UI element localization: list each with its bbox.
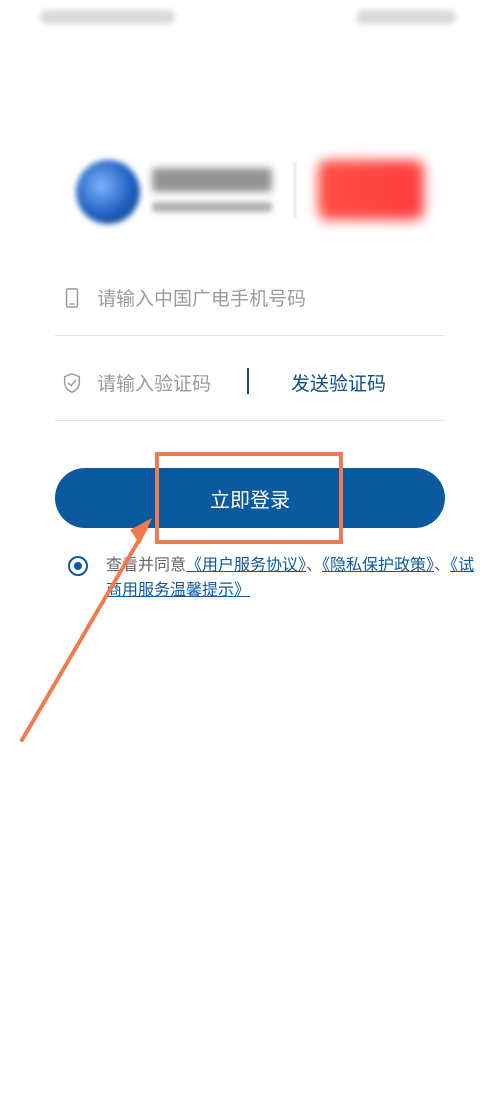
status-right-blur	[356, 10, 456, 24]
agreement-radio[interactable]	[68, 556, 88, 576]
logo-divider	[294, 162, 296, 218]
shield-check-icon	[63, 373, 81, 393]
send-code-button[interactable]: 发送验证码	[291, 369, 386, 396]
verification-code-input[interactable]: 请输入验证码	[97, 369, 211, 396]
annotation-highlight-box	[155, 452, 343, 544]
agreement-radio-dot	[74, 562, 82, 570]
status-left-blur	[40, 10, 175, 24]
privacy-policy-link[interactable]: 《隐私保护政策》	[322, 555, 434, 574]
china-broadnet-logo-subtext	[152, 202, 272, 212]
verification-code-field[interactable]: 请输入验证码 发送验证码	[55, 350, 445, 421]
agreement-text: 查看并同意《用户服务协议》、《隐私保护政策》、《试商用服务温馨提示》	[106, 552, 476, 602]
agreement-separator-1: 、	[306, 555, 323, 574]
china-broadnet-logo-text	[152, 168, 272, 192]
agreement-separator-2: 、	[434, 555, 451, 574]
code-separator	[247, 368, 249, 394]
phone-field[interactable]: 请输入中国广电手机号码	[55, 265, 445, 336]
agreement-prefix: 查看并同意	[106, 555, 187, 574]
brand-logos	[70, 150, 430, 230]
china-broadnet-logo-icon	[76, 160, 140, 224]
status-bar	[0, 0, 500, 40]
5g-logo	[318, 160, 424, 220]
service-agreement-link[interactable]: 《用户服务协议》	[186, 555, 306, 574]
phone-icon	[65, 288, 79, 308]
phone-input[interactable]: 请输入中国广电手机号码	[97, 284, 306, 311]
